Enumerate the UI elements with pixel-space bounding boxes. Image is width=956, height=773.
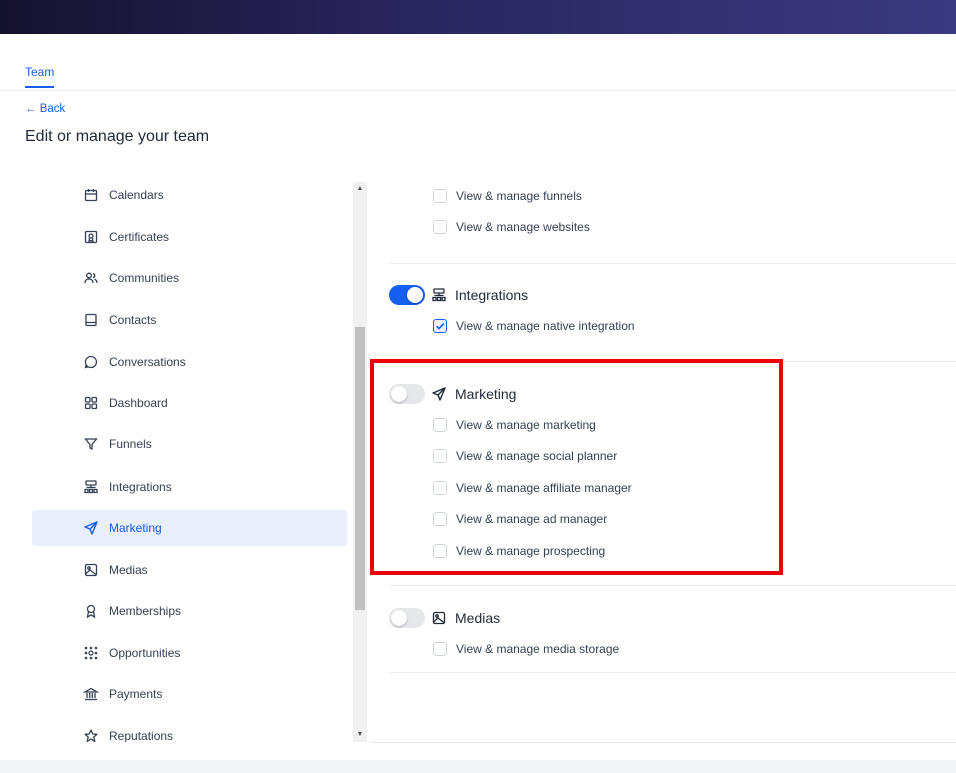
- chat-bubble-icon: [83, 354, 99, 370]
- sidebar-item-label: Conversations: [109, 355, 186, 369]
- star-icon: [83, 728, 99, 742]
- section-divider: [389, 263, 956, 264]
- sidebar-item-payments[interactable]: Payments: [32, 676, 347, 712]
- permission-checkbox[interactable]: [433, 642, 447, 656]
- sidebar-scrollbar[interactable]: ▲ ▼: [353, 182, 367, 742]
- tab-team[interactable]: Team: [25, 65, 54, 79]
- permission-row[interactable]: View & manage media storage: [433, 641, 619, 657]
- bank-icon: [83, 686, 99, 702]
- sidebar-item-dashboard[interactable]: Dashboard: [32, 385, 347, 421]
- sidebar-item-label: Communities: [109, 271, 180, 285]
- sidebar-item-label: Opportunities: [109, 646, 181, 660]
- highlight-box: [370, 359, 783, 575]
- sidebar-item-certificates[interactable]: Certificates: [32, 219, 347, 255]
- sidebar-item-label: Memberships: [109, 604, 182, 618]
- permission-checkbox[interactable]: [433, 220, 447, 234]
- section-divider: [389, 672, 956, 673]
- sidebar-item-calendars[interactable]: Calendars: [32, 182, 347, 213]
- permission-label: View & manage funnels: [456, 189, 582, 203]
- back-link[interactable]: ← Back: [25, 103, 65, 115]
- permission-row[interactable]: View & manage native integration: [433, 318, 635, 334]
- sidebar-item-communities[interactable]: Communities: [32, 260, 347, 296]
- send-icon: [83, 520, 99, 536]
- integrations-toggle[interactable]: [389, 285, 425, 305]
- page-title: Edit or manage your team: [25, 128, 210, 145]
- permission-categories-sidebar: Calendars Certificates Communities Conta…: [0, 182, 355, 742]
- nodes-icon: [83, 645, 99, 661]
- sidebar-item-label: Marketing: [109, 521, 162, 535]
- sidebar-item-memberships[interactable]: Memberships: [32, 593, 347, 629]
- section-title: Integrations: [455, 287, 529, 303]
- section-integrations-header: Integrations: [389, 285, 528, 305]
- scroll-down-arrow-icon[interactable]: ▼: [353, 728, 367, 742]
- section-medias-header: Medias: [389, 608, 500, 628]
- sidebar-item-medias[interactable]: Medias: [32, 552, 347, 588]
- sitemap-icon: [83, 479, 99, 495]
- sidebar-item-label: Payments: [109, 687, 163, 701]
- permission-checkbox[interactable]: [433, 189, 447, 203]
- sidebar-item-opportunities[interactable]: Opportunities: [32, 635, 347, 671]
- permission-label: View & manage media storage: [456, 642, 620, 656]
- permission-row[interactable]: View & manage websites: [433, 219, 590, 235]
- tab-bar: Team: [0, 34, 956, 91]
- sidebar-item-conversations[interactable]: Conversations: [32, 344, 347, 380]
- users-icon: [83, 270, 99, 286]
- sidebar-item-label: Calendars: [109, 188, 164, 202]
- sidebar-item-label: Reputations: [109, 729, 174, 742]
- sidebar-item-reputations[interactable]: Reputations: [32, 718, 347, 742]
- scroll-thumb[interactable]: [355, 327, 365, 610]
- calendar-icon: [83, 187, 99, 203]
- sitemap-icon: [431, 287, 447, 303]
- sidebar-item-integrations[interactable]: Integrations: [32, 469, 347, 505]
- sidebar-item-label: Medias: [109, 563, 148, 577]
- permission-label: View & manage websites: [456, 220, 590, 234]
- sidebar-item-funnels[interactable]: Funnels: [32, 426, 347, 462]
- permission-label: View & manage native integration: [456, 319, 635, 333]
- award-icon: [83, 603, 99, 619]
- sidebar-item-label: Certificates: [109, 230, 170, 244]
- content-bottom-border: [370, 742, 956, 743]
- image-icon: [431, 610, 447, 626]
- permission-row[interactable]: View & manage funnels: [433, 188, 582, 204]
- filter-icon: [83, 436, 99, 452]
- sidebar-item-contacts[interactable]: Contacts: [32, 302, 347, 338]
- image-icon: [83, 562, 99, 578]
- sidebar-item-label: Contacts: [109, 313, 157, 327]
- section-divider: [389, 585, 956, 586]
- permission-checkbox-checked[interactable]: [433, 319, 447, 333]
- footer-strip: [0, 760, 956, 773]
- section-title: Medias: [455, 610, 501, 626]
- sidebar-item-label: Funnels: [109, 437, 152, 451]
- medias-toggle[interactable]: [389, 608, 425, 628]
- tab-active-indicator: [25, 86, 54, 88]
- grid-icon: [83, 395, 99, 411]
- book-icon: [83, 312, 99, 328]
- sidebar-item-marketing[interactable]: Marketing: [32, 510, 347, 546]
- top-app-bar: [0, 0, 956, 34]
- sidebar-item-label: Integrations: [109, 480, 172, 494]
- scroll-up-arrow-icon[interactable]: ▲: [353, 182, 367, 196]
- certificate-icon: [83, 229, 99, 245]
- sidebar-item-label: Dashboard: [109, 396, 168, 410]
